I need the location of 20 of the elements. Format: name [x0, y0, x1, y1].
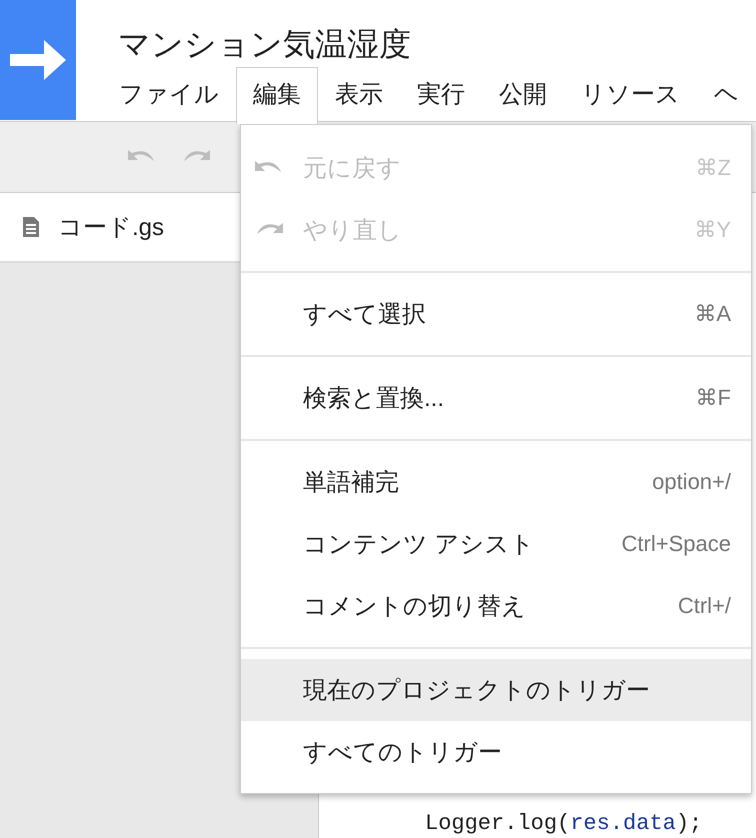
- menu-item[interactable]: 編集: [236, 67, 318, 124]
- menu-item[interactable]: ファイル: [102, 67, 236, 122]
- menu-item[interactable]: リソース: [564, 67, 697, 122]
- menu-item[interactable]: 表示: [318, 67, 400, 122]
- menu-option[interactable]: 検索と置換... ⌘F: [241, 367, 751, 429]
- menu-item[interactable]: ヘ: [697, 67, 756, 122]
- document-icon: [22, 216, 40, 238]
- file-name: コード.gs: [58, 213, 164, 243]
- menu-option[interactable]: コンテンツ アシスト Ctrl+Space: [241, 513, 751, 575]
- menu-option[interactable]: 現在のプロジェクトのトリガー: [241, 659, 751, 721]
- menu-option[interactable]: すべてのトリガー: [241, 721, 751, 783]
- menu-item[interactable]: 公開: [482, 67, 564, 122]
- menu-option[interactable]: コメントの切り替え Ctrl+/: [241, 575, 751, 637]
- menu-option[interactable]: 単語補完 option+/: [241, 451, 751, 513]
- menu-item[interactable]: 実行: [400, 67, 482, 122]
- app-logo[interactable]: [0, 0, 76, 120]
- project-title[interactable]: マンション気温湿度: [118, 24, 756, 64]
- arrow-icon: [10, 40, 66, 80]
- menu-option[interactable]: すべて選択 ⌘A: [241, 283, 751, 345]
- code-line: Logger.log(res.data);: [425, 811, 704, 836]
